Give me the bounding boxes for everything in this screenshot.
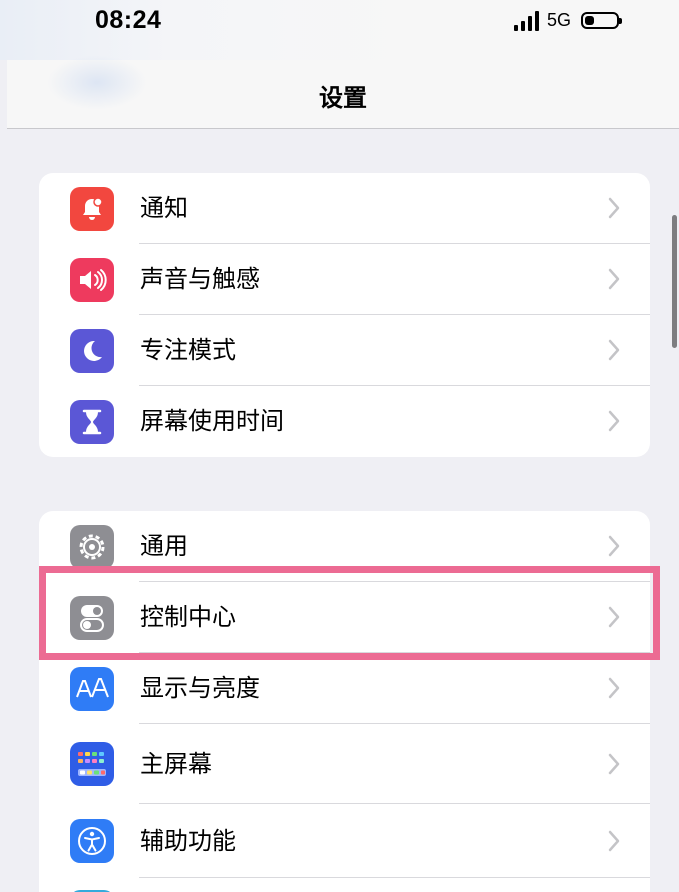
home-grid-icon <box>70 742 114 786</box>
settings-item-control-center[interactable]: 控制中心 <box>39 582 650 653</box>
page-title: 设置 <box>319 84 367 112</box>
settings-item-partial[interactable] <box>39 878 650 892</box>
settings-item-label: 屏幕使用时间 <box>140 407 284 435</box>
status-bar: 08:24 5G <box>0 0 679 60</box>
navigation-bar: 设置 <box>7 55 679 129</box>
settings-group-1: 通知 声音与触感 专注模式 屏幕使用时间 <box>39 173 650 457</box>
settings-item-label: 控制中心 <box>140 603 236 631</box>
moon-icon <box>70 329 114 373</box>
settings-item-label: 主屏幕 <box>140 750 212 778</box>
scrollbar[interactable] <box>672 215 677 348</box>
settings-item-accessibility[interactable]: 辅助功能 <box>39 804 650 878</box>
settings-item-label: 专注模式 <box>140 336 236 364</box>
settings-item-display-brightness[interactable]: 显示与亮度 <box>39 653 650 724</box>
settings-item-home-screen[interactable]: 主屏幕 <box>39 724 650 804</box>
settings-group-2: 通用 控制中心 显示与亮度 主屏幕 辅助功能 <box>39 511 650 892</box>
signal-icon <box>513 10 539 31</box>
network-type: 5G <box>546 10 571 30</box>
status-indicators: 5G <box>513 10 622 31</box>
speaker-icon <box>70 258 114 302</box>
chevron-right-icon <box>608 535 620 557</box>
hourglass-icon <box>70 400 114 444</box>
settings-item-label: 声音与触感 <box>140 265 260 293</box>
settings-item-label: 通知 <box>140 194 188 222</box>
settings-item-sounds-haptics[interactable]: 声音与触感 <box>39 244 650 315</box>
chevron-right-icon <box>608 339 620 361</box>
settings-item-notifications[interactable]: 通知 <box>39 173 650 244</box>
chevron-right-icon <box>608 197 620 219</box>
chevron-right-icon <box>608 753 620 775</box>
gear-icon <box>70 525 114 569</box>
chevron-right-icon <box>608 677 620 699</box>
settings-item-screen-time[interactable]: 屏幕使用时间 <box>39 386 650 457</box>
settings-item-label: 辅助功能 <box>140 827 236 855</box>
chevron-right-icon <box>608 606 620 628</box>
accessibility-icon <box>70 819 114 863</box>
settings-item-label: 显示与亮度 <box>140 674 260 702</box>
chevron-right-icon <box>608 410 620 432</box>
status-time: 08:24 <box>95 6 162 34</box>
settings-item-focus[interactable]: 专注模式 <box>39 315 650 386</box>
chevron-right-icon <box>608 268 620 290</box>
bell-icon <box>70 187 114 231</box>
battery-icon <box>581 12 622 29</box>
text-size-icon <box>70 667 114 711</box>
settings-item-general[interactable]: 通用 <box>39 511 650 582</box>
chevron-right-icon <box>608 830 620 852</box>
settings-item-label: 通用 <box>140 532 188 560</box>
toggles-icon <box>70 596 114 640</box>
